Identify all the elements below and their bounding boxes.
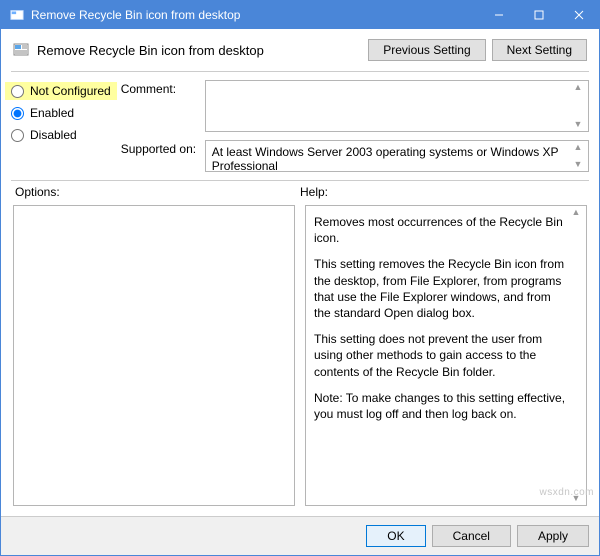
radio-not-configured[interactable]: Not Configured: [5, 82, 117, 100]
comment-label: Comment:: [121, 80, 197, 132]
window-title: Remove Recycle Bin icon from desktop: [31, 8, 479, 22]
panel-headers: Options: Help:: [1, 181, 599, 201]
titlebar: Remove Recycle Bin icon from desktop: [1, 1, 599, 29]
next-setting-button[interactable]: Next Setting: [492, 39, 587, 61]
supported-scroll[interactable]: ▲▼: [570, 143, 586, 169]
policy-icon: [9, 7, 25, 23]
cancel-button[interactable]: Cancel: [432, 525, 511, 547]
help-scroll[interactable]: ▲▼: [568, 208, 584, 503]
radio-enabled-label: Enabled: [30, 106, 74, 120]
options-panel[interactable]: [13, 205, 295, 506]
apply-button[interactable]: Apply: [517, 525, 589, 547]
radio-disabled[interactable]: Disabled: [11, 128, 111, 142]
help-label: Help:: [300, 185, 585, 199]
supported-value: At least Windows Server 2003 operating s…: [212, 145, 559, 172]
dialog-footer: OK Cancel Apply: [1, 516, 599, 555]
radio-disabled-label: Disabled: [30, 128, 77, 142]
help-p2: This setting removes the Recycle Bin ico…: [314, 256, 566, 321]
radio-enabled[interactable]: Enabled: [11, 106, 111, 120]
close-button[interactable]: [559, 1, 599, 29]
ok-button[interactable]: OK: [366, 525, 425, 547]
previous-setting-button[interactable]: Previous Setting: [368, 39, 485, 61]
options-label: Options:: [15, 185, 300, 199]
comment-textbox[interactable]: ▲▼: [205, 80, 589, 132]
supported-textbox: At least Windows Server 2003 operating s…: [205, 140, 589, 172]
supported-label: Supported on:: [121, 140, 197, 172]
help-p3: This setting does not prevent the user f…: [314, 331, 566, 380]
policy-icon: [13, 42, 29, 58]
radio-not-configured-label: Not Configured: [30, 84, 111, 98]
window-controls: [479, 1, 599, 29]
panels: Removes most occurrences of the Recycle …: [1, 201, 599, 516]
policy-title: Remove Recycle Bin icon from desktop: [37, 43, 360, 58]
radio-disabled-input[interactable]: [11, 129, 24, 142]
radio-not-configured-input[interactable]: [11, 85, 24, 98]
help-panel[interactable]: Removes most occurrences of the Recycle …: [305, 205, 587, 506]
comment-scroll[interactable]: ▲▼: [570, 83, 586, 129]
config-radios: Not Configured Enabled Disabled: [11, 80, 111, 172]
radio-enabled-input[interactable]: [11, 107, 24, 120]
policy-header: Remove Recycle Bin icon from desktop Pre…: [1, 29, 599, 71]
maximize-button[interactable]: [519, 1, 559, 29]
help-p4: Note: To make changes to this setting ef…: [314, 390, 566, 422]
minimize-button[interactable]: [479, 1, 519, 29]
config-area: Not Configured Enabled Disabled Comment:…: [1, 72, 599, 180]
help-p1: Removes most occurrences of the Recycle …: [314, 214, 566, 246]
